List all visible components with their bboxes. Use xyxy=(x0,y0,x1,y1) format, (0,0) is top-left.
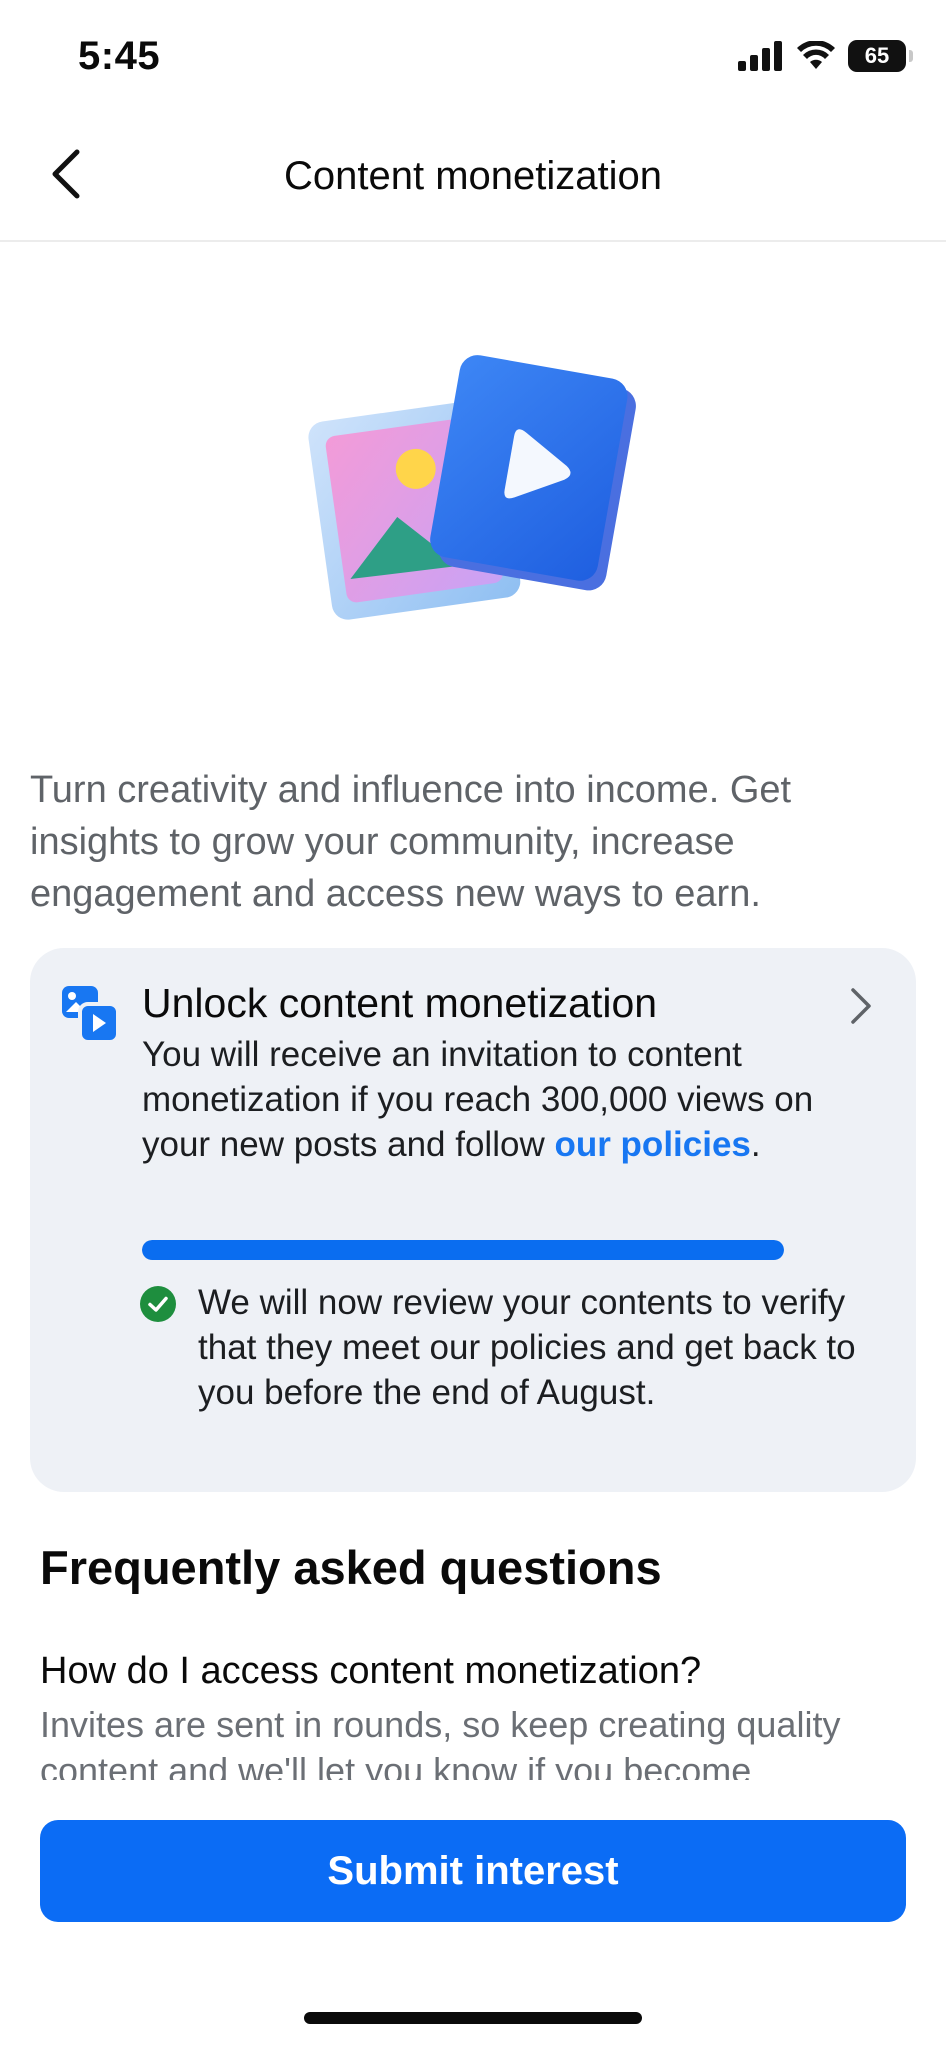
unlock-monetization-card[interactable]: Unlock content monetization You will rec… xyxy=(30,948,916,1492)
monetization-media-icon xyxy=(62,986,120,1044)
status-bar: 5:45 65 xyxy=(0,0,946,110)
check-circle-icon xyxy=(140,1286,176,1322)
faq-answer: Invites are sent in rounds, so keep crea… xyxy=(40,1704,841,1791)
faq-question[interactable]: How do I access content monetization? xyxy=(40,1650,701,1693)
wifi-icon xyxy=(797,41,835,69)
faq-heading: Frequently asked questions xyxy=(40,1541,662,1594)
photo-video-illustration xyxy=(300,350,640,630)
progress-fill xyxy=(142,1240,784,1260)
card-description: You will receive an invitation to conten… xyxy=(142,1032,862,1167)
card-description-end: . xyxy=(750,1125,761,1164)
card-title: Unlock content monetization xyxy=(142,980,658,1026)
chevron-right-icon[interactable] xyxy=(840,986,880,1026)
intro-text: Turn creativity and influence into incom… xyxy=(30,769,792,915)
review-status-text: We will now review your contents to veri… xyxy=(198,1283,856,1412)
signal-icon xyxy=(738,41,782,71)
submit-interest-button[interactable]: Submit interest xyxy=(40,1820,906,1922)
status-time: 5:45 xyxy=(78,34,161,78)
home-indicator xyxy=(304,2012,642,2024)
progress-bar xyxy=(142,1240,784,1260)
nav-bar: Content monetization xyxy=(0,110,946,242)
page-title: Content monetization xyxy=(283,154,662,198)
policies-link[interactable]: our policies xyxy=(554,1125,750,1164)
battery-icon: 65 xyxy=(848,40,913,72)
battery-level: 65 xyxy=(864,43,890,68)
status-icons: 65 xyxy=(738,40,913,72)
